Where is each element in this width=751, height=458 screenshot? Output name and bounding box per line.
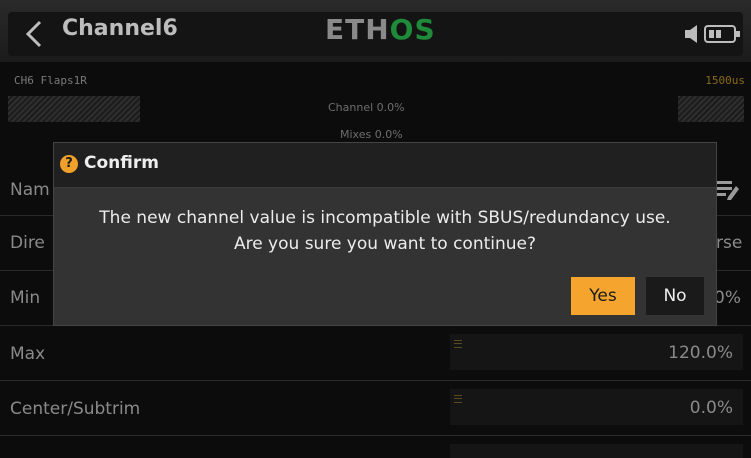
dialog-message: The new channel value is incompatible wi… xyxy=(54,205,716,257)
row-center[interactable]: Center/Subtrim 0.0% xyxy=(0,380,751,435)
header-bar: Channel6 ETHOS xyxy=(0,0,751,62)
logo-text-main: ETH xyxy=(325,13,390,46)
output-bar-left xyxy=(8,96,140,122)
center-row-label: Center/Subtrim xyxy=(10,399,141,419)
battery-icon xyxy=(704,25,740,43)
status-icons xyxy=(683,22,743,46)
back-chevron-icon xyxy=(25,20,42,48)
dialog-message-line1: The new channel value is incompatible wi… xyxy=(99,208,671,228)
name-row-label: Nam xyxy=(10,180,50,200)
direction-value-partial: rse xyxy=(716,233,743,253)
dialog-message-line2: Are you sure you want to continue? xyxy=(233,234,537,254)
yes-button[interactable]: Yes xyxy=(571,277,635,315)
max-value-field[interactable]: 120.0% xyxy=(450,334,743,370)
no-button[interactable]: No xyxy=(646,277,704,315)
dialog-header: ? Confirm xyxy=(54,143,716,188)
drag-handle-icon xyxy=(454,395,462,403)
center-value-field[interactable]: 0.0% xyxy=(450,389,743,425)
direction-row-label: Dire xyxy=(10,233,45,253)
output-bar-right xyxy=(678,96,744,122)
center-value: 0.0% xyxy=(689,398,733,418)
ethos-logo: ETHOS xyxy=(325,13,436,46)
question-icon: ? xyxy=(60,155,78,173)
dialog-title: Confirm xyxy=(84,153,159,173)
row-next xyxy=(0,435,751,458)
back-button[interactable] xyxy=(14,14,54,54)
drag-handle-icon xyxy=(454,340,462,348)
mixes-stat: Mixes 0.0% xyxy=(340,128,403,141)
min-row-label: Min xyxy=(10,288,41,308)
max-row-label: Max xyxy=(10,344,46,364)
channel-stat: Channel 0.0% xyxy=(328,101,405,114)
logo-text-accent: OS xyxy=(389,13,436,46)
max-value: 120.0% xyxy=(668,343,733,363)
next-value-field xyxy=(450,444,743,458)
channel-output-value: 1500us xyxy=(705,74,745,87)
page-title: Channel6 xyxy=(62,16,178,41)
confirm-dialog: ? Confirm The new channel value is incom… xyxy=(53,142,717,326)
speaker-icon xyxy=(685,25,697,43)
row-max[interactable]: Max 120.0% xyxy=(0,325,751,380)
min-value-partial: 0% xyxy=(714,288,741,308)
channel-name-label: CH6 Flaps1R xyxy=(14,74,87,87)
